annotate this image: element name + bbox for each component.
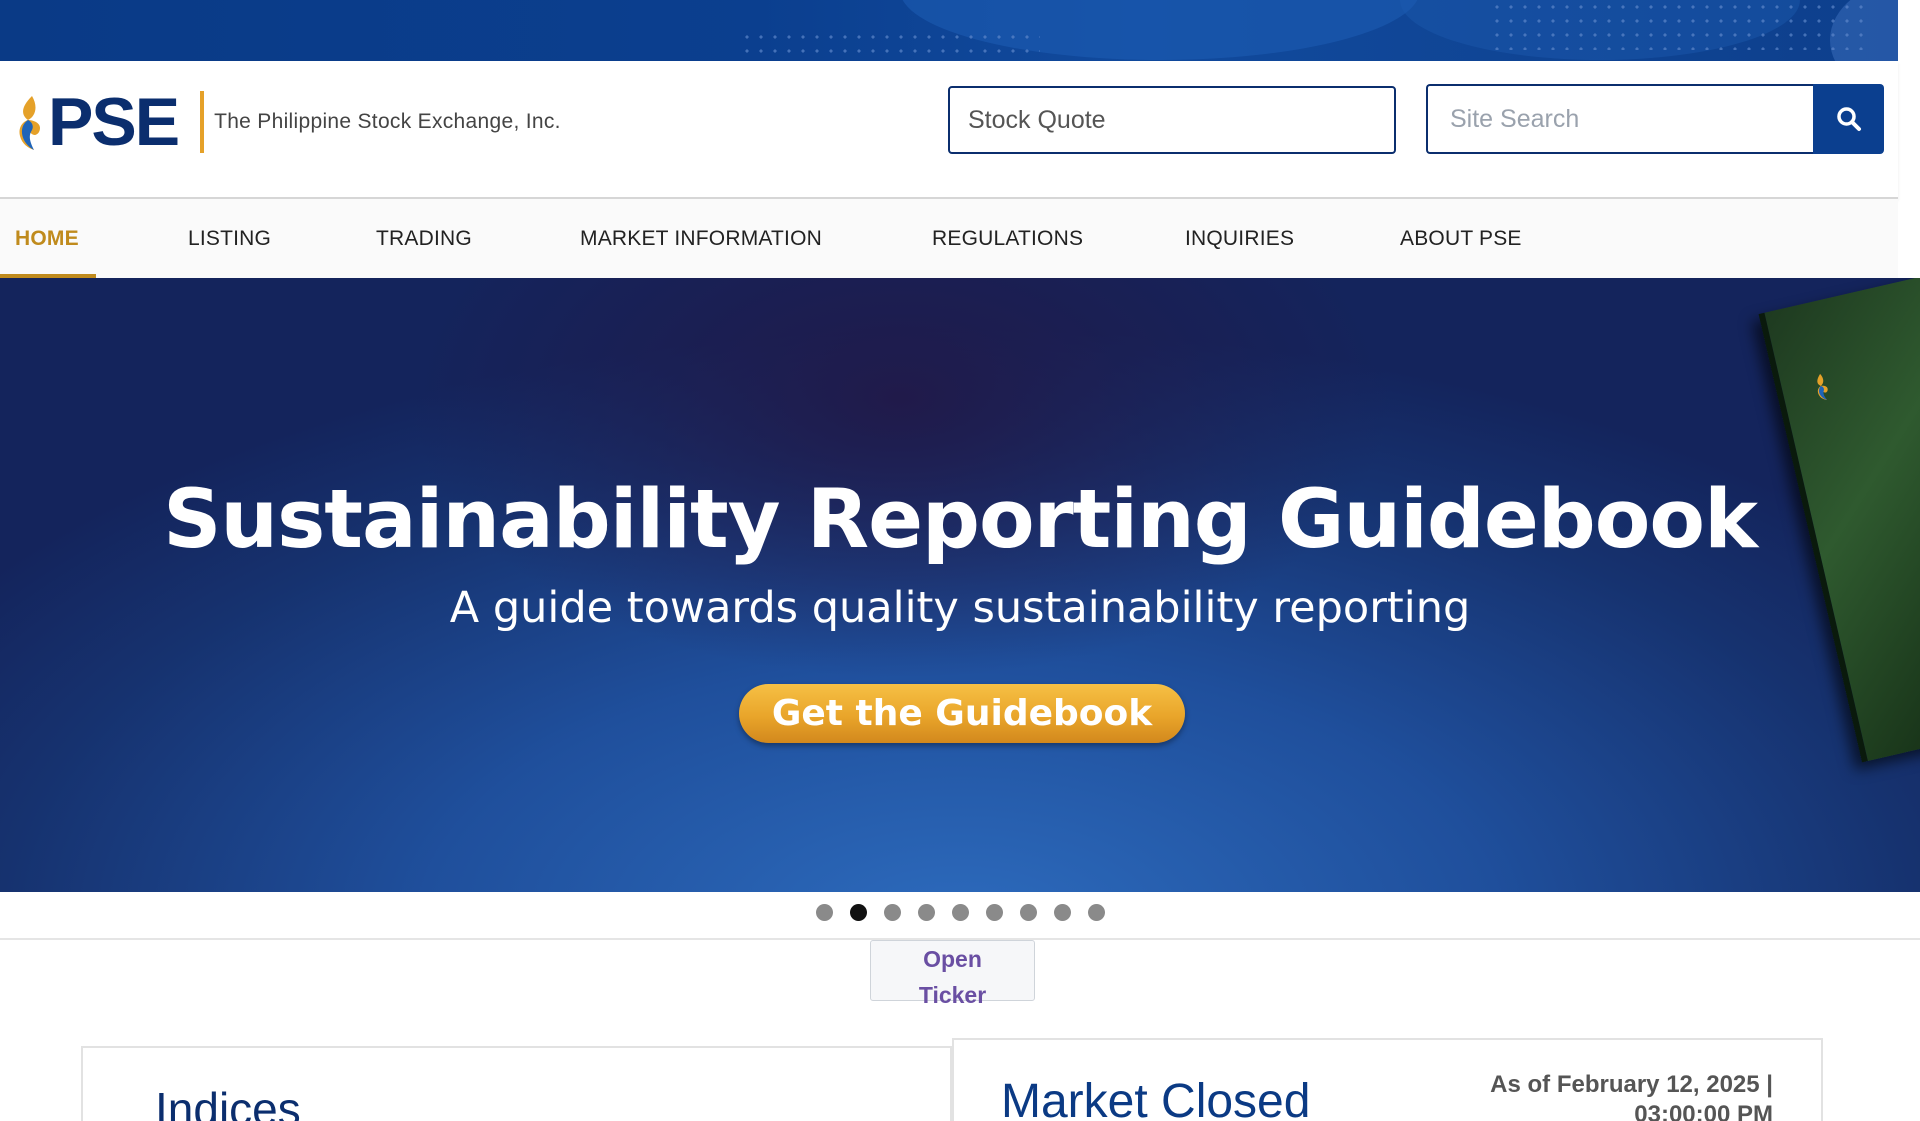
carousel-dot[interactable] [986,904,1003,921]
carousel-dot[interactable] [1020,904,1037,921]
carousel-dots [816,904,1105,921]
hero-subtitle: A guide towards quality sustainability r… [449,583,1471,633]
nav-inquiries-label: INQUIRIES [1185,226,1295,250]
main-nav: HOME LISTING TRADING MARKET INFORMATION … [0,199,1898,278]
nav-trading[interactable]: TRADING [376,199,472,278]
nav-regulations-label: REGULATIONS [932,226,1084,250]
nav-about-pse-label: ABOUT PSE [1400,226,1522,250]
get-guidebook-button[interactable]: Get the Guidebook [739,684,1185,743]
nav-about-pse[interactable]: ABOUT PSE [1400,199,1522,278]
nav-market-information[interactable]: MARKET INFORMATION [580,199,822,278]
indices-title: Indices [155,1083,301,1121]
nav-inquiries[interactable]: INQUIRIES [1185,199,1294,278]
logo-tagline: The Philippine Stock Exchange, Inc. [214,110,561,133]
carousel-dot[interactable] [1088,904,1105,921]
top-decorative-band [0,0,1898,61]
carousel-dot-active[interactable] [850,904,867,921]
market-status-title: Market Closed [1001,1075,1311,1121]
ticker-button-line1: Open [923,946,982,972]
carousel-dot[interactable] [952,904,969,921]
carousel-dot[interactable] [918,904,935,921]
nav-home[interactable]: HOME [15,199,79,278]
nav-market-information-label: MARKET INFORMATION [580,226,822,250]
nav-trading-label: TRADING [376,226,472,250]
pse-flame-icon [1817,373,1828,400]
site-search-input[interactable] [1426,84,1814,154]
magnifier-icon [1836,107,1861,131]
pse-flame-icon [19,96,40,150]
logo-divider [200,91,205,153]
site-header: PSE The Philippine Stock Exchange, Inc. [0,61,1898,199]
site-search-button[interactable] [1813,84,1884,154]
carousel-dot[interactable] [1054,904,1071,921]
page: PSE The Philippine Stock Exchange, Inc. … [0,0,1920,1121]
market-as-of-time: 03:00:00 PM [1634,1101,1773,1121]
market-as-of: As of February 12, 2025 | 03:00:00 PM [1490,1070,1773,1121]
carousel-dot[interactable] [884,904,901,921]
market-as-of-date: As of February 12, 2025 | [1490,1071,1773,1098]
nav-home-label: HOME [15,226,79,250]
nav-listing-label: LISTING [188,226,272,250]
ticker-button-line2: Ticker [918,982,987,1008]
nav-listing[interactable]: LISTING [188,199,271,278]
open-ticker-button[interactable]: Open Ticker [870,940,1035,1008]
indices-card: Indices [81,1046,952,1121]
pse-logo[interactable]: PSE The Philippine Stock Exchange, Inc. [14,84,561,160]
carousel-dot[interactable] [816,904,833,921]
stock-quote-input[interactable] [948,86,1396,154]
nav-regulations[interactable]: REGULATIONS [932,199,1083,278]
hero-banner[interactable]: Sustainability Reporting Guidebook A gui… [0,278,1920,892]
hero-title: Sustainability Reporting Guidebook [163,473,1758,567]
market-status-card: Market Closed As of February 12, 2025 | … [952,1038,1823,1121]
logo-wordmark: PSE [48,84,180,160]
